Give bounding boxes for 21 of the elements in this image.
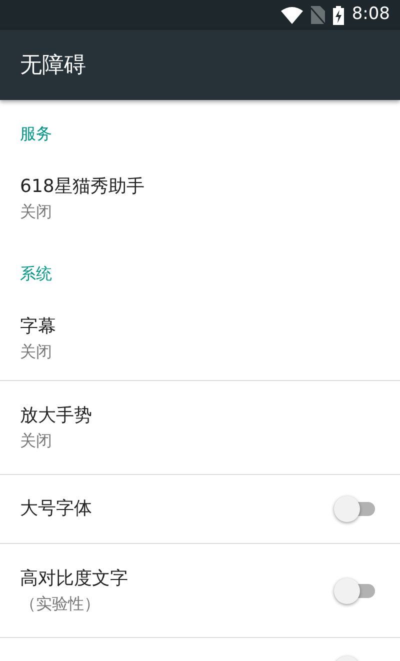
settings-row[interactable]: 字幕 关闭 [0, 298, 400, 380]
settings-row[interactable]: 放大手势 关闭 [0, 380, 400, 474]
row-title: 618星猫秀助手 [20, 175, 146, 199]
row-title: 大号字体 [20, 497, 93, 521]
settings-row[interactable]: 高对比度文字 （实验性） [0, 543, 400, 637]
battery-charging-icon [332, 6, 344, 24]
row-summary: 关闭 [20, 341, 53, 363]
row-title: 字幕 [20, 315, 57, 339]
section-header: 服务 [20, 124, 53, 144]
settings-row[interactable]: 大号字体 [0, 474, 400, 543]
status-time: 8:08 [352, 3, 390, 26]
settings-row[interactable]: 618星猫秀助手 关闭 [0, 158, 400, 240]
wifi-icon [280, 6, 303, 24]
row-title: 放大手势 [20, 404, 93, 428]
row-summary: 关闭 [20, 430, 53, 452]
no-sim-icon [310, 6, 325, 24]
app-bar-title: 无障碍 [20, 52, 86, 80]
section-header: 系统 [20, 264, 53, 284]
row-summary: 关闭 [20, 201, 53, 223]
row-title: 高对比度文字 [20, 566, 129, 590]
row-summary: （实验性） [20, 592, 101, 614]
